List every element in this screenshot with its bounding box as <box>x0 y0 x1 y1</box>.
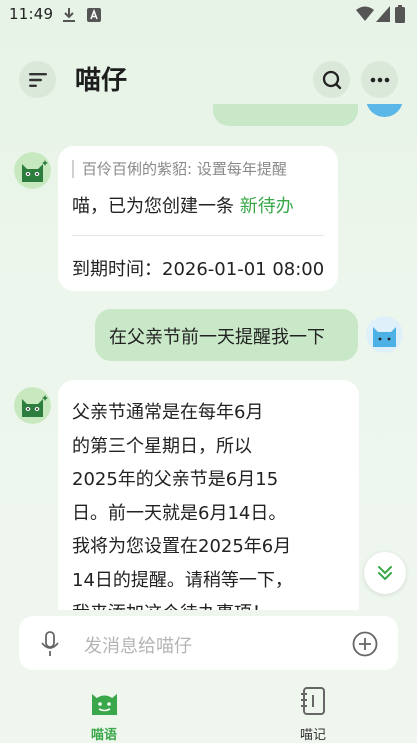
bot-message-fathers-day: 父亲节通常是在每年6月 的第三个星期日，所以 2025年的父亲节是6月15 日。… <box>58 380 359 610</box>
user-avatar <box>366 316 403 353</box>
chat-area[interactable]: 百伶百俐的紫貂: 设置每年提醒 喵，已为您创建一条 新待办 到期时间：2026-… <box>0 104 417 610</box>
cat-avatar-icon <box>14 152 51 189</box>
divider <box>72 235 324 236</box>
new-todo-link[interactable]: 新待办 <box>240 196 294 217</box>
plus-circle-icon[interactable] <box>352 631 378 657</box>
nav-label-notes: 喵记 <box>300 728 327 743</box>
more-icon <box>370 77 389 82</box>
download-icon <box>63 8 75 22</box>
bot-reply-prefix: 喵，已为您创建一条 <box>72 196 234 217</box>
previous-user-bubble <box>213 104 358 126</box>
double-chevron-down-icon <box>378 566 392 580</box>
bot-reply-text: 喵，已为您创建一条 新待办 <box>72 192 294 218</box>
app-header: 喵仔 <box>0 58 417 104</box>
menu-icon <box>28 72 47 87</box>
signal-icon <box>376 6 390 22</box>
user-message-text: 在父亲节前一天提醒我一下 <box>109 327 325 348</box>
bot-avatar <box>14 152 51 189</box>
search-icon <box>322 70 341 89</box>
bot-avatar-2 <box>14 387 51 424</box>
status-bar: 11:49 <box>0 0 417 30</box>
bot-message-text: 父亲节通常是在每年6月 的第三个星期日，所以 2025年的父亲节是6月15 日。… <box>72 402 293 610</box>
notification-a-icon <box>87 8 101 22</box>
nav-item-chat[interactable]: 喵语 <box>74 682 134 743</box>
cat-chat-icon <box>92 694 117 715</box>
battery-icon <box>395 5 405 23</box>
nav-item-notes[interactable]: 喵记 <box>283 682 343 743</box>
nav-label-chat: 喵语 <box>91 728 118 743</box>
bot-message-todo-created: 百伶百俐的紫貂: 设置每年提醒 喵，已为您创建一条 新待办 到期时间：2026-… <box>58 146 338 291</box>
user-avatar-previous <box>366 104 403 117</box>
cat-avatar-icon <box>14 387 51 424</box>
status-time: 11:49 <box>9 5 54 23</box>
bottom-nav: 喵语 喵记 <box>0 682 417 743</box>
page-title: 喵仔 <box>75 66 128 96</box>
search-button[interactable] <box>313 61 350 98</box>
message-input[interactable]: 发消息给喵仔 <box>84 632 192 658</box>
notebook-icon <box>301 687 325 715</box>
quoted-message: 百伶百俐的紫貂: 设置每年提醒 <box>72 160 287 178</box>
due-time: 到期时间：2026-01-01 08:00 <box>72 259 325 280</box>
scroll-to-bottom-button[interactable] <box>364 552 406 594</box>
user-cat-avatar-icon <box>366 316 403 353</box>
menu-button[interactable] <box>19 61 56 98</box>
message-input-bar: 发消息给喵仔 <box>19 616 398 670</box>
microphone-icon[interactable] <box>41 631 59 657</box>
more-button[interactable] <box>361 61 398 98</box>
wifi-icon <box>356 6 374 21</box>
user-message: 在父亲节前一天提醒我一下 <box>95 309 358 361</box>
